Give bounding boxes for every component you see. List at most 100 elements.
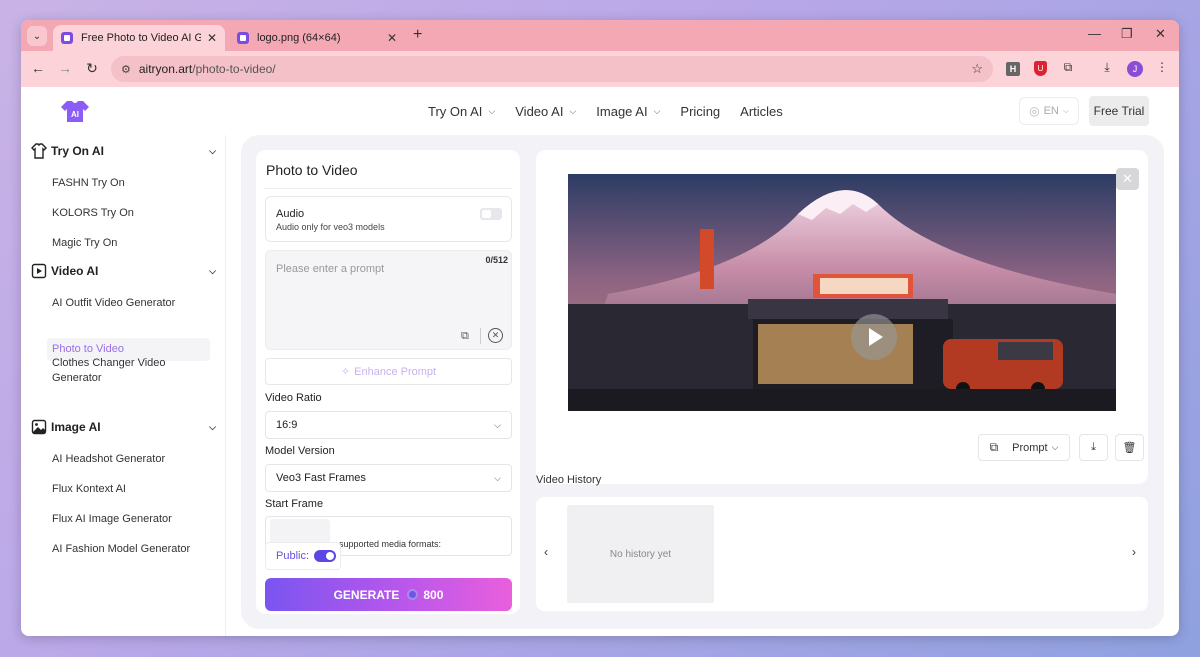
generate-button[interactable]: GENERATE 800 bbox=[265, 578, 512, 611]
chevron-down-icon: ⌵ bbox=[569, 106, 577, 116]
reload-icon[interactable]: ↻ bbox=[83, 60, 101, 77]
history-empty-card: No history yet bbox=[567, 505, 714, 603]
sidebar-item-ai-fashion-model-generator[interactable]: AI Fashion Model Generator bbox=[47, 538, 210, 561]
download-icon: ⤓ bbox=[1091, 441, 1096, 453]
enhance-prompt-button[interactable]: ✧ Enhance Prompt bbox=[265, 358, 512, 385]
tab-search-button[interactable]: ⌄ bbox=[27, 26, 47, 46]
nav-articles[interactable]: Articles bbox=[740, 104, 783, 119]
language-selector[interactable]: ◎ EN ⌵ bbox=[1019, 97, 1079, 125]
main-nav: Try On AI ⌵ Video AI ⌵ Image AI ⌵ Pricing A… bbox=[428, 104, 803, 119]
nav-label: Image AI bbox=[596, 104, 648, 119]
bookmark-star-icon[interactable]: ☆ bbox=[971, 61, 983, 77]
sidebar-item-kolors-try-on[interactable]: KOLORS Try On bbox=[47, 202, 210, 225]
generate-cost: 800 bbox=[423, 587, 444, 602]
chevron-down-icon: ⌵ bbox=[209, 421, 216, 432]
nav-video-ai[interactable]: Video AI ⌵ bbox=[515, 104, 576, 119]
nav-image-ai[interactable]: Image AI ⌵ bbox=[596, 104, 660, 119]
sidebar-item-ai-outfit-video-generator[interactable]: AI Outfit Video Generator bbox=[47, 292, 210, 315]
tab-active[interactable]: Free Photo to Video AI Generat ✕ bbox=[53, 25, 225, 51]
site-info-icon[interactable]: ⚙ bbox=[121, 63, 131, 76]
chevron-down-icon: ⌵ bbox=[209, 265, 216, 276]
tab-close-icon[interactable]: ✕ bbox=[387, 31, 397, 45]
sidebar-section-video-ai[interactable]: Video AI ⌵ bbox=[31, 261, 216, 281]
sidebar-item-flux-kontext-ai[interactable]: Flux Kontext AI bbox=[47, 478, 210, 501]
chevron-down-icon: ⌵ bbox=[1051, 442, 1059, 452]
extensions-puzzle-icon[interactable]: ⧉ bbox=[1059, 60, 1077, 78]
prompt-button[interactable]: ⧉ Prompt ⌵ bbox=[978, 434, 1070, 461]
profile-avatar[interactable]: J bbox=[1127, 61, 1143, 77]
browser-toolbar: ← → ↻ ⚙ aitryon.art/photo-to-video/ ☆ H … bbox=[21, 51, 1179, 87]
download-button[interactable]: ⤓ bbox=[1079, 434, 1108, 461]
minimize-icon[interactable]: — bbox=[1088, 26, 1101, 41]
audio-label: Audio bbox=[276, 208, 305, 220]
model-version-select[interactable]: Veo3 Fast Frames ⌵ bbox=[265, 464, 512, 492]
close-preview-icon[interactable]: ✕ bbox=[1116, 168, 1139, 190]
nav-label: Articles bbox=[740, 104, 783, 119]
supported-formats-text: supported media formats: bbox=[339, 539, 442, 549]
sidebar-item-clothes-changer-video-generator[interactable]: Clothes Changer Video Generator bbox=[47, 352, 210, 390]
nav-label: Try On AI bbox=[428, 104, 483, 119]
tab-title: logo.png (64×64) bbox=[257, 32, 341, 44]
browser-window: ⌄ Free Photo to Video AI Generat ✕ logo.… bbox=[21, 20, 1179, 636]
logo-icon[interactable]: AI bbox=[61, 99, 89, 123]
prompt-textarea[interactable]: Please enter a prompt 0/512 ⧉ ✕ bbox=[265, 250, 512, 350]
free-trial-button[interactable]: Free Trial bbox=[1089, 96, 1149, 126]
public-label: Public: bbox=[276, 550, 310, 562]
model-version-value: Veo3 Fast Frames bbox=[276, 472, 366, 484]
video-preview-panel: ✕ ⧉ Prompt ⌵ ⤓ 🗑 bbox=[536, 150, 1148, 484]
shield-extension-icon[interactable]: U bbox=[1034, 61, 1047, 76]
prompt-button-label: Prompt bbox=[1012, 441, 1048, 454]
tab-close-icon[interactable]: ✕ bbox=[207, 31, 217, 45]
back-icon[interactable]: ← bbox=[29, 60, 47, 76]
audio-toggle[interactable] bbox=[480, 208, 502, 220]
chevron-down-icon: ⌵ bbox=[494, 472, 501, 483]
nav-try-on-ai[interactable]: Try On AI ⌵ bbox=[428, 104, 495, 119]
sidebar-section-image-ai[interactable]: Image AI ⌵ bbox=[31, 417, 216, 437]
address-bar[interactable]: ⚙ aitryon.art/photo-to-video/ ☆ bbox=[111, 56, 993, 82]
forward-icon[interactable]: → bbox=[56, 60, 74, 76]
sidebar-section-title: Image AI bbox=[51, 420, 101, 434]
download-icon[interactable]: ⤓ bbox=[1098, 60, 1116, 78]
sidebar-section-try-on-ai[interactable]: Try On AI ⌵ bbox=[31, 141, 216, 161]
language-label: EN bbox=[1043, 105, 1059, 117]
sidebar-item-ai-headshot-generator[interactable]: AI Headshot Generator bbox=[47, 448, 210, 471]
credit-coin-icon bbox=[407, 589, 419, 600]
nav-pricing[interactable]: Pricing bbox=[680, 104, 720, 119]
sidebar-item-flux-ai-image-generator[interactable]: Flux AI Image Generator bbox=[47, 508, 210, 531]
new-tab-button[interactable]: + bbox=[413, 26, 422, 44]
extension-h-icon[interactable]: H bbox=[1006, 62, 1020, 76]
play-icon[interactable] bbox=[851, 314, 897, 360]
chevron-down-icon: ⌵ bbox=[488, 106, 496, 116]
sparkle-icon: ✧ bbox=[340, 366, 351, 378]
menu-kebab-icon[interactable]: ⋮ bbox=[1153, 60, 1171, 78]
globe-icon: ◎ bbox=[1029, 104, 1040, 118]
history-next-icon[interactable]: › bbox=[1132, 545, 1136, 559]
delete-button[interactable]: 🗑 bbox=[1115, 434, 1144, 461]
window-close-icon[interactable]: ✕ bbox=[1155, 26, 1166, 42]
tab-bar: ⌄ Free Photo to Video AI Generat ✕ logo.… bbox=[21, 20, 1179, 51]
copy-icon[interactable]: ⧉ bbox=[461, 330, 469, 343]
restore-icon[interactable]: ❐ bbox=[1121, 26, 1133, 42]
video-ratio-select[interactable]: 16:9 ⌵ bbox=[265, 411, 512, 439]
trash-icon: 🗑 bbox=[1122, 442, 1137, 454]
audio-option: Audio Audio only for veo3 models bbox=[265, 196, 512, 242]
tab-second[interactable]: logo.png (64×64) ✕ bbox=[229, 25, 405, 51]
video-icon bbox=[31, 263, 47, 279]
preview-image[interactable] bbox=[568, 174, 1116, 411]
nav-label: Video AI bbox=[515, 104, 564, 119]
public-toggle[interactable] bbox=[314, 550, 337, 562]
copy-icon: ⧉ bbox=[989, 440, 999, 454]
url-host: aitryon.art bbox=[138, 62, 193, 76]
clear-icon[interactable]: ✕ bbox=[488, 328, 503, 343]
chevron-down-icon: ⌵ bbox=[494, 419, 501, 430]
video-ratio-label: Video Ratio bbox=[265, 392, 322, 404]
shirt-icon bbox=[31, 143, 47, 159]
public-toggle-box[interactable]: Public: bbox=[265, 542, 341, 570]
sidebar-item-magic-try-on[interactable]: Magic Try On bbox=[47, 232, 210, 255]
sidebar-section-title: Try On AI bbox=[51, 144, 104, 158]
divider bbox=[264, 188, 512, 189]
sidebar-item-fashn-try-on[interactable]: FASHN Try On bbox=[47, 172, 210, 195]
history-prev-icon[interactable]: ‹ bbox=[544, 545, 548, 559]
prompt-char-count: 0/512 bbox=[485, 255, 508, 265]
generate-label: GENERATE bbox=[333, 587, 400, 602]
